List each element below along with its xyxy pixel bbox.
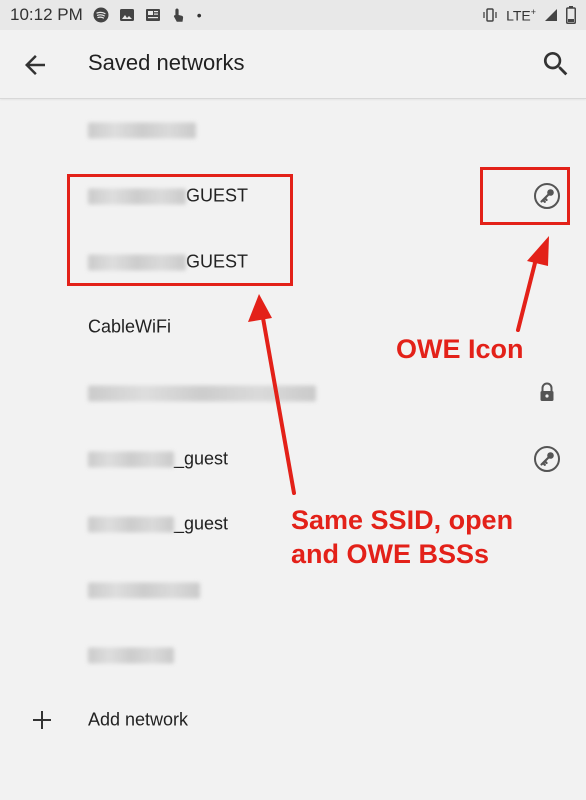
battery-icon	[566, 6, 576, 24]
same-ssid-annotation: Same SSID, open and OWE BSSs	[291, 503, 513, 571]
ssid-suffix: _guest	[174, 448, 229, 469]
plus-icon	[33, 711, 51, 729]
status-bar: 10:12 PM • LTE+	[0, 0, 586, 30]
network-type: LTE+	[506, 6, 536, 24]
status-time: 10:12 PM	[10, 5, 83, 24]
status-dot: •	[196, 7, 202, 23]
news-icon	[145, 9, 160, 21]
redacted-ssid	[88, 451, 174, 468]
redacted-ssid	[88, 582, 200, 599]
spotify-icon	[93, 7, 109, 23]
redacted-ssid	[88, 385, 316, 402]
add-network-button[interactable]: Add network	[0, 688, 586, 752]
app-bar: Saved networks	[0, 30, 586, 99]
network-row[interactable]: _guest	[0, 427, 586, 491]
image-icon	[119, 9, 134, 21]
back-arrow-icon[interactable]	[20, 50, 50, 80]
same-ssid-annotation-line1: Same SSID, open	[291, 505, 514, 535]
signal-icon	[545, 9, 557, 21]
redacted-ssid	[88, 516, 174, 533]
search-icon[interactable]	[540, 48, 572, 80]
ssid-highlight-box	[67, 174, 293, 286]
network-row[interactable]	[0, 361, 586, 425]
ssid-suffix: _guest	[174, 513, 229, 534]
network-row[interactable]	[0, 623, 586, 687]
key-icon	[534, 446, 560, 472]
same-ssid-annotation-line2: and OWE BSSs	[291, 539, 490, 569]
page-title: Saved networks	[88, 50, 245, 75]
lock-icon	[540, 382, 554, 401]
redacted-ssid	[88, 647, 174, 664]
touch-icon	[173, 8, 183, 22]
redacted-ssid	[88, 122, 196, 139]
owe-icon-highlight-box	[480, 167, 570, 225]
network-row[interactable]	[0, 98, 586, 162]
add-network-label: Add network	[88, 709, 189, 730]
owe-icon-annotation: OWE Icon	[396, 334, 524, 364]
ssid-label: CableWiFi	[88, 316, 172, 337]
vibrate-icon	[483, 8, 497, 22]
